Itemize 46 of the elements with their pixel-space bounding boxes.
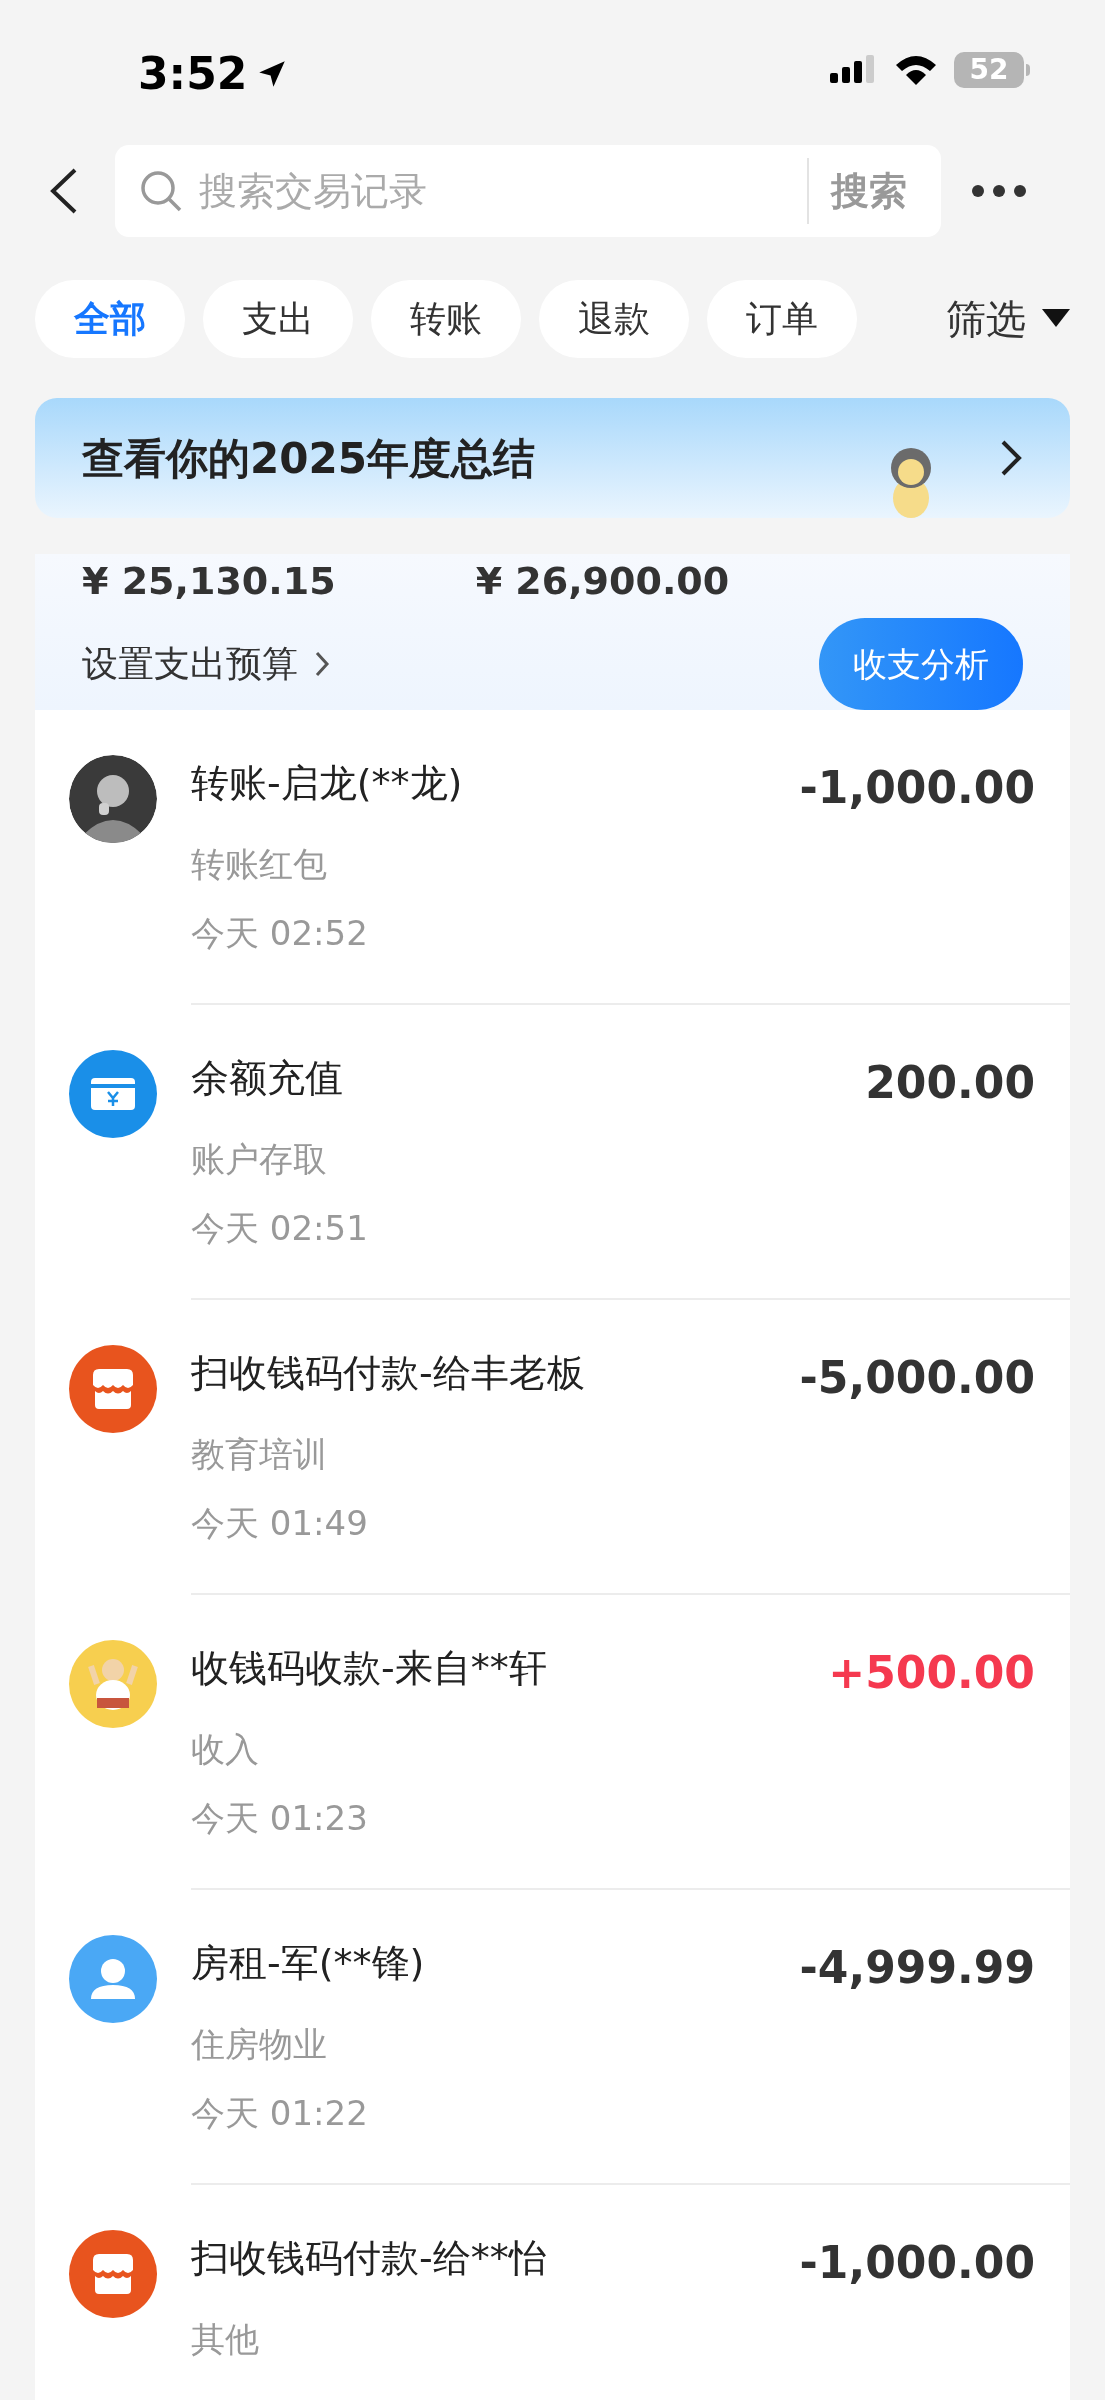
transaction-category: 其他 (191, 2318, 260, 2361)
filter-tab[interactable]: 全部 (35, 280, 185, 358)
transaction-title: 余额充值 (191, 1055, 343, 1102)
banner-title: 查看你的2025年度总结 (82, 432, 535, 485)
transaction-title: 扫收钱码付款-给丰老板 (191, 1350, 585, 1397)
status-time: 3:52 (138, 52, 248, 96)
card-icon (69, 1050, 157, 1138)
transaction-category: 账户存取 (191, 1138, 328, 1181)
filter-tab[interactable]: 订单 (707, 280, 857, 358)
caret-icon (1042, 309, 1070, 329)
transaction-category: 教育培训 (191, 1433, 328, 1476)
transaction-time: 今天 01:22 (191, 2092, 369, 2135)
annual-summary-banner[interactable]: 查看你的2025年度总结 (35, 398, 1070, 518)
chevron-right-icon (999, 438, 1023, 478)
transaction-time: 今天 01:49 (191, 1502, 369, 1545)
wifi-icon (894, 53, 938, 87)
transaction-category: 收入 (191, 1728, 260, 1771)
amount-total: ¥ 26,900.00 (475, 562, 730, 600)
more-icon[interactable] (971, 184, 1027, 198)
user-icon (69, 1935, 157, 2023)
shop-icon (69, 1345, 157, 1433)
filter-tab[interactable]: 支出 (203, 280, 353, 358)
transaction-title: 收钱码收款-来自**轩 (191, 1645, 547, 1692)
analysis-button[interactable]: 收支分析 (819, 618, 1023, 710)
transaction-title: 房租-军(**锋) (191, 1940, 425, 1987)
chevron-right-icon (314, 650, 330, 678)
transaction-category: 住房物业 (191, 2023, 328, 2066)
transaction-amount: 200.00 (865, 1056, 1035, 1110)
transaction-time: 今天 01:23 (191, 1797, 369, 1840)
filter-tab[interactable]: 转账 (371, 280, 521, 358)
filter-dropdown[interactable]: 筛选 (946, 289, 1070, 349)
transaction-amount: -4,999.99 (799, 1941, 1035, 1995)
transaction-time: 今天 02:51 (191, 1207, 369, 1250)
transaction-amount: -1,000.00 (799, 2236, 1035, 2290)
search-icon (139, 169, 183, 213)
amount-total: ¥ 25,130.15 (82, 562, 336, 600)
transaction-title: 扫收钱码付款-给**怡 (191, 2235, 547, 2282)
transaction-amount: +500.00 (828, 1646, 1035, 1700)
transaction-title: 转账-启龙(**龙) (191, 760, 463, 807)
transaction-amount: -5,000.00 (799, 1351, 1035, 1405)
transaction-category: 转账红包 (191, 843, 328, 886)
shop-icon (69, 2230, 157, 2318)
transaction-amount: -1,000.00 (799, 761, 1035, 815)
budget-link[interactable]: 设置支出预算 (82, 637, 330, 691)
transaction-time: 今天 02:52 (191, 912, 369, 955)
filter-tab[interactable]: 退款 (539, 280, 689, 358)
